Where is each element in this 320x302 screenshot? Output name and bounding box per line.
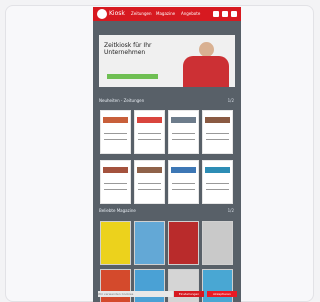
banner-person-head (199, 42, 214, 57)
newspaper-line (104, 133, 127, 134)
newspaper-band-4 (205, 117, 230, 123)
newspaper-line (104, 183, 127, 184)
cookie-settings-button[interactable]: Einstellungen (174, 291, 204, 297)
magazine-thumb-4[interactable] (202, 221, 233, 265)
magazine-thumb-8[interactable] (202, 269, 233, 302)
newspaper-line (138, 139, 161, 140)
newspaper-band-8 (205, 167, 230, 173)
magazine-thumb-5[interactable] (100, 269, 131, 302)
newspaper-band-1 (103, 117, 128, 123)
top-bar: Kiosk Zeitungen Magazine Angebote (93, 7, 241, 21)
section-count-magazines: 1/2 (227, 208, 234, 213)
magazine-thumb-3[interactable] (168, 221, 199, 265)
newspaper-line (138, 189, 161, 190)
newspaper-band-2 (137, 117, 162, 123)
cart-icon[interactable] (231, 11, 237, 17)
user-icon[interactable] (222, 11, 228, 17)
newspaper-thumb-6[interactable] (134, 160, 165, 204)
newspaper-line (206, 139, 229, 140)
newspaper-thumb-4[interactable] (202, 110, 233, 154)
search-icon[interactable] (213, 11, 219, 17)
topbar-icons (213, 11, 237, 17)
section-count-newspapers: 1/2 (227, 98, 234, 103)
nav-item-newspapers[interactable]: Zeitungen (131, 11, 152, 17)
newspaper-line (138, 133, 161, 134)
cookie-banner: Wir verwenden Cookies (98, 291, 173, 297)
banner-cta-button[interactable] (107, 74, 158, 79)
newspaper-line (104, 139, 127, 140)
nav-item-magazines[interactable]: Magazine (156, 11, 175, 17)
newspaper-line (104, 189, 127, 190)
newspaper-line (206, 183, 229, 184)
newspaper-line (172, 189, 195, 190)
newspaper-band-5 (103, 167, 128, 173)
phone-screen: Kiosk Zeitungen Magazine Angebote Zeitki… (93, 7, 241, 302)
newspaper-line (206, 189, 229, 190)
newspaper-thumb-7[interactable] (168, 160, 199, 204)
nav-item-offers[interactable]: Angebote (181, 11, 200, 17)
kiosk-logo-icon (97, 9, 107, 19)
newspaper-line (138, 183, 161, 184)
magazine-thumb-1[interactable] (100, 221, 131, 265)
magazine-thumb-2[interactable] (134, 221, 165, 265)
newspaper-band-6 (137, 167, 162, 173)
newspaper-thumb-1[interactable] (100, 110, 131, 154)
promo-banner[interactable]: Zeitkiosk für Ihr Unternehmen (99, 35, 235, 87)
newspaper-thumb-3[interactable] (168, 110, 199, 154)
app-name: Kiosk (109, 10, 125, 17)
newspaper-line (206, 133, 229, 134)
newspaper-line (172, 133, 195, 134)
newspaper-band-7 (171, 167, 196, 173)
magazine-thumb-7[interactable] (168, 269, 199, 302)
banner-person (181, 42, 231, 87)
newspaper-line (172, 139, 195, 140)
newspaper-band-3 (171, 117, 196, 123)
cookie-accept-button[interactable]: Akzeptieren (207, 291, 237, 297)
newspaper-thumb-5[interactable] (100, 160, 131, 204)
newspaper-thumb-8[interactable] (202, 160, 233, 204)
banner-headline: Zeitkiosk für Ihr Unternehmen (104, 42, 152, 56)
banner-person-shirt (183, 56, 229, 87)
newspaper-thumb-2[interactable] (134, 110, 165, 154)
section-title-magazines[interactable]: Beliebte Magazine (99, 208, 136, 214)
newspaper-line (172, 183, 195, 184)
section-title-newspapers[interactable]: Neuheiten - Zeitungen (99, 98, 144, 104)
magazine-thumb-6[interactable] (134, 269, 165, 302)
